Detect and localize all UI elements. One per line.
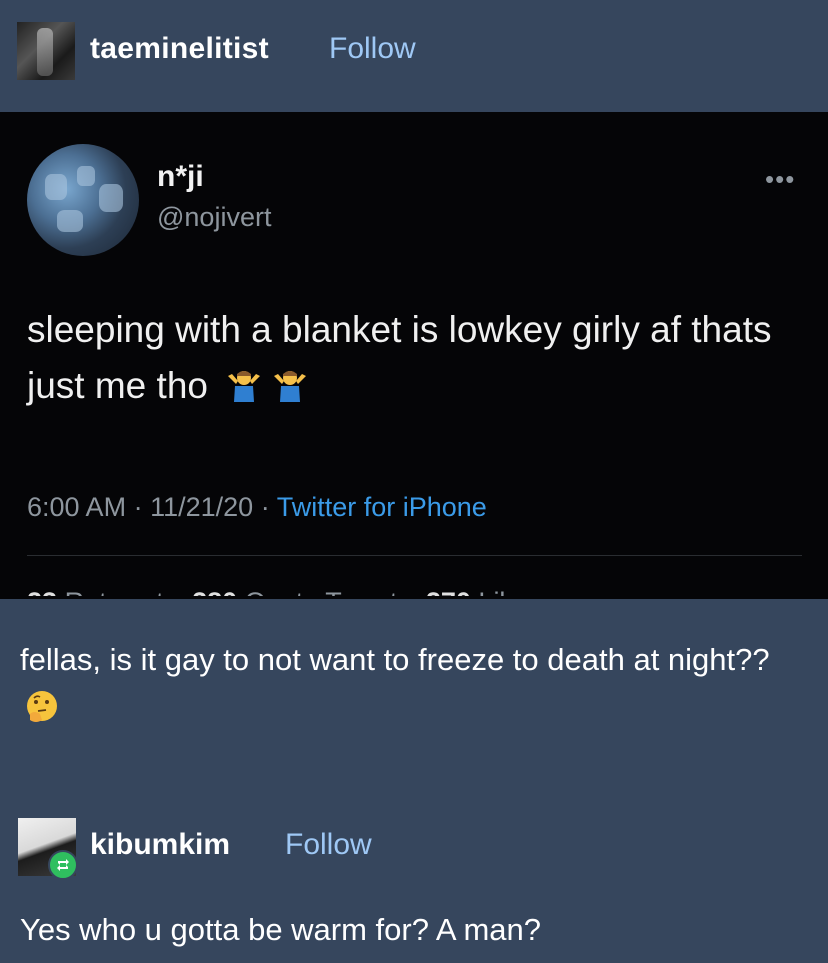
reply-follow-button[interactable]: Follow xyxy=(285,828,372,862)
embedded-tweet-screenshot: n*ji @nojivert ••• sleeping with a blank… xyxy=(0,112,828,599)
quotes-label: Quote Tweets xyxy=(245,587,411,596)
reply-text: Yes who u gotta be warm for? A man? xyxy=(20,912,542,947)
tweet-time: 6:00 AM xyxy=(27,492,127,522)
tweet-avatar xyxy=(27,144,139,256)
retweets-label: Retweets xyxy=(65,587,178,596)
more-icon: ••• xyxy=(765,164,796,194)
quotes-count: 280 xyxy=(192,587,237,596)
likes-label: Likes xyxy=(478,587,541,596)
retweets-count: 23 xyxy=(27,587,57,596)
post-caption: fellas, is it gay to not want to freeze … xyxy=(20,635,810,735)
reblog-icon xyxy=(48,850,78,880)
tweet-handle: @nojivert xyxy=(157,202,272,232)
tweet-date: 11/21/20 xyxy=(150,492,254,522)
meta-separator: · xyxy=(260,492,270,522)
tweet-source-link[interactable]: Twitter for iPhone xyxy=(277,492,487,522)
tweet-body: sleeping with a blanket is lowkey girly … xyxy=(27,309,772,406)
tweet-text: sleeping with a blanket is lowkey girly … xyxy=(27,302,797,414)
username[interactable]: taeminelitist xyxy=(90,32,269,66)
meta-separator: · xyxy=(133,492,143,522)
tweet-stats: 23 Retweets 280 Quote Tweets 270 Likes xyxy=(27,582,541,596)
follow-button[interactable]: Follow xyxy=(329,32,416,66)
caption-text: fellas, is it gay to not want to freeze … xyxy=(20,642,770,677)
divider xyxy=(27,555,802,556)
avatar[interactable] xyxy=(17,22,75,80)
likes-count: 270 xyxy=(426,587,471,596)
tweet-display-name: n*ji xyxy=(157,160,204,193)
man-shrugging-emoji xyxy=(228,371,261,402)
tweet-meta: 6:00 AM · 11/21/20 · Twitter for iPhone xyxy=(27,492,487,523)
reply-username[interactable]: kibumkim xyxy=(90,828,230,862)
thinking-face-emoji xyxy=(27,691,57,722)
man-shrugging-emoji xyxy=(274,371,307,402)
post-header: taeminelitist Follow xyxy=(0,0,828,112)
